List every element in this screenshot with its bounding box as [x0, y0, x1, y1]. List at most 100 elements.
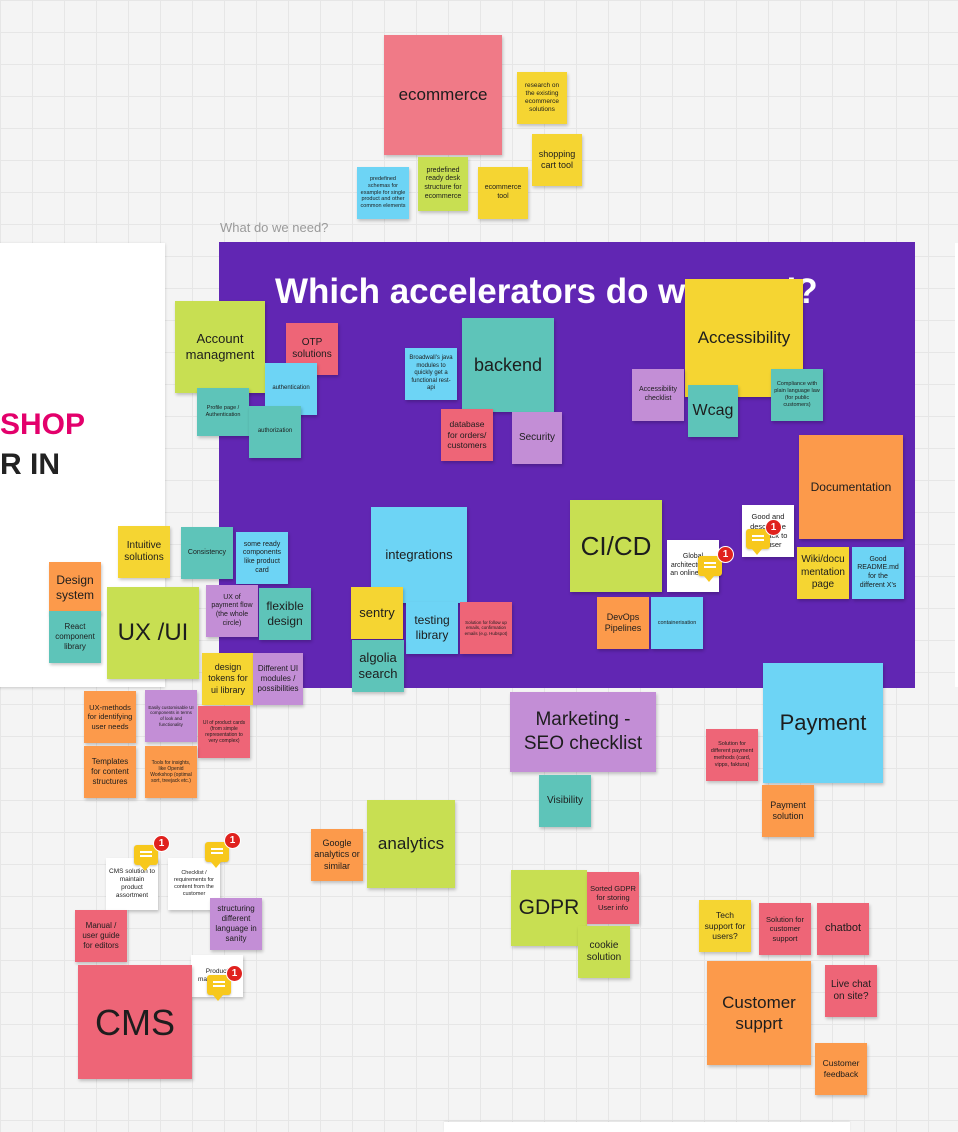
sticky-note[interactable]: Solution for customer support [759, 903, 811, 955]
comment-lines-icon [213, 981, 225, 983]
sticky-note[interactable]: UX-methods for identifying user needs [84, 691, 136, 743]
sticky-note-text: testing library [414, 613, 450, 642]
sticky-note[interactable]: Documentation [799, 435, 903, 539]
whiteboard-canvas[interactable]: SHOP R IN What do we need? Which acceler… [0, 0, 958, 1132]
sticky-note[interactable]: containerisation [651, 597, 703, 649]
sticky-note[interactable]: Profile page / Authentication [197, 388, 249, 436]
sticky-note[interactable]: Easily customisable UI components in ter… [145, 690, 197, 742]
sticky-note-text: Broadwall's java modules to quickly get … [409, 355, 453, 392]
sticky-note[interactable]: UI of product cards (from simple represe… [198, 706, 250, 758]
sticky-note-text: ecommerce [398, 85, 488, 105]
comment-count-badge: 1 [717, 546, 734, 563]
comment-count-badge: 1 [226, 965, 243, 982]
sticky-note[interactable]: Solution for different payment methods (… [706, 729, 758, 781]
sticky-note[interactable]: Intuitive solutions [118, 526, 170, 578]
sticky-note[interactable]: Accessibility checklist [632, 369, 684, 421]
sticky-note[interactable]: CI/CD [570, 500, 662, 592]
sticky-note[interactable]: Payment [763, 663, 883, 783]
sticky-note[interactable]: Visibility [539, 775, 591, 827]
sticky-note-text: research on the existing ecommerce solut… [524, 81, 560, 114]
sticky-note-text: CI/CD [580, 530, 652, 561]
sticky-note[interactable]: structuring different language in sanity [210, 898, 262, 950]
sticky-note[interactable]: Security [512, 412, 562, 464]
sticky-note-text: some ready components like product card [242, 540, 282, 574]
sticky-note-text: Solution for different payment methods (… [710, 741, 754, 768]
sticky-note[interactable]: ecommerce tool [478, 167, 528, 219]
sticky-note[interactable]: Consistency [181, 527, 233, 579]
sticky-note[interactable]: shopping cart tool [532, 134, 582, 186]
sticky-note[interactable]: GDPR [511, 870, 587, 946]
sticky-note[interactable]: Account managment [175, 301, 265, 393]
bottom-card[interactable] [444, 1122, 850, 1132]
sticky-note-text: GDPR [518, 895, 580, 919]
sticky-note[interactable]: Marketing - SEO checklist [510, 692, 656, 772]
sticky-note[interactable]: Different UI modules / possibilities [253, 653, 303, 705]
sticky-note[interactable]: UX of payment flow (the whole circle) [206, 585, 258, 637]
sticky-note-text: Payment [779, 710, 867, 736]
sticky-note[interactable]: CMS solution to maintain product assortm… [106, 858, 158, 910]
sticky-note[interactable]: authorization [249, 406, 301, 458]
sticky-note[interactable]: UX /UI [107, 587, 199, 679]
sticky-note[interactable]: cookie solution [578, 926, 630, 978]
sticky-note-text: Accessibility checklist [638, 386, 678, 402]
sticky-note-text: flexible design [266, 599, 304, 628]
sticky-note-text: Documentation [810, 479, 892, 494]
sticky-note[interactable]: analytics [367, 800, 455, 888]
comment-icon[interactable]: 1 [205, 832, 241, 868]
sticky-note[interactable]: some ready components like product card [236, 532, 288, 584]
sticky-note[interactable]: ecommerce [384, 35, 502, 155]
sticky-note[interactable]: Manual / user guide for editors [75, 910, 127, 962]
sticky-note[interactable]: Compliance with plain language law (for … [771, 369, 823, 421]
sticky-note-text: Templates for content structures [91, 757, 129, 786]
sticky-note[interactable]: backend [462, 318, 554, 412]
sticky-note-text: Payment solution [770, 799, 806, 821]
sticky-note-text: design tokens for ui library [208, 662, 248, 695]
sticky-note[interactable]: flexible design [259, 588, 311, 640]
sticky-note[interactable]: Templates for content structures [84, 746, 136, 798]
comment-icon[interactable]: 1 [134, 835, 170, 871]
sticky-note-text: Solution for customer support [766, 914, 804, 943]
sticky-note[interactable]: Tech support for users? [699, 900, 751, 952]
sticky-note[interactable]: Payment solution [762, 785, 814, 837]
sticky-note[interactable]: research on the existing ecommerce solut… [517, 72, 567, 124]
sticky-note-text: backend [473, 354, 543, 375]
sticky-note[interactable]: design tokens for ui library [202, 653, 254, 705]
sticky-note[interactable]: CMS [78, 965, 192, 1079]
sticky-note[interactable]: chatbot [817, 903, 869, 955]
sticky-note-text: Compliance with plain language law (for … [774, 381, 820, 408]
sticky-note[interactable]: Sorted GDPR for storing User info [587, 872, 639, 924]
sticky-note[interactable]: algolia search [352, 640, 404, 692]
sticky-note[interactable]: Google analytics or similar [311, 829, 363, 881]
sticky-note[interactable]: React component library [49, 611, 101, 663]
frame-label[interactable]: What do we need? [220, 220, 328, 235]
sticky-note[interactable]: Design system [49, 562, 101, 614]
sticky-note-text: UX-methods for identifying user needs [87, 702, 133, 731]
sticky-note[interactable]: testing library [406, 602, 458, 654]
comment-icon[interactable]: 1 [207, 965, 243, 1001]
comment-icon[interactable]: 1 [746, 519, 782, 555]
sticky-note[interactable]: Customer feedback [815, 1043, 867, 1095]
sticky-note[interactable]: Good README.md for the different X's [852, 547, 904, 599]
sticky-note-text: analytics [377, 834, 445, 854]
sticky-note[interactable]: database for orders/ customers [441, 409, 493, 461]
sticky-note[interactable]: Wiki/documentation page [797, 547, 849, 599]
sticky-note[interactable]: DevOps Pipelines [597, 597, 649, 649]
sticky-note[interactable]: predefined schemas for example for singl… [357, 167, 409, 219]
sticky-note[interactable]: Live chat on site? [825, 965, 877, 1017]
sticky-note-text: Sorted GDPR for storing User info [590, 883, 636, 912]
comment-lines-icon [704, 562, 716, 564]
sticky-note[interactable]: Tools for insights, like Openid Workshop… [145, 746, 197, 798]
sticky-note[interactable]: Customer supprt [707, 961, 811, 1065]
sticky-note[interactable]: predefined ready desk structure for ecom… [418, 157, 468, 211]
sticky-note-text: UX of payment flow (the whole circle) [211, 593, 253, 627]
document-heading-shop: SHOP [0, 408, 86, 441]
comment-lines-icon [140, 851, 152, 853]
comment-count-badge: 1 [765, 519, 782, 536]
comment-icon[interactable]: 1 [698, 546, 734, 582]
sticky-note[interactable]: Solution for follow up emails, confirmat… [460, 602, 512, 654]
sticky-note[interactable]: sentry [351, 587, 403, 639]
sticky-note-text: Intuitive solutions [124, 539, 164, 564]
sticky-note-text: containerisation [657, 619, 697, 626]
sticky-note[interactable]: Wcag [688, 385, 738, 437]
sticky-note[interactable]: Broadwall's java modules to quickly get … [405, 348, 457, 400]
